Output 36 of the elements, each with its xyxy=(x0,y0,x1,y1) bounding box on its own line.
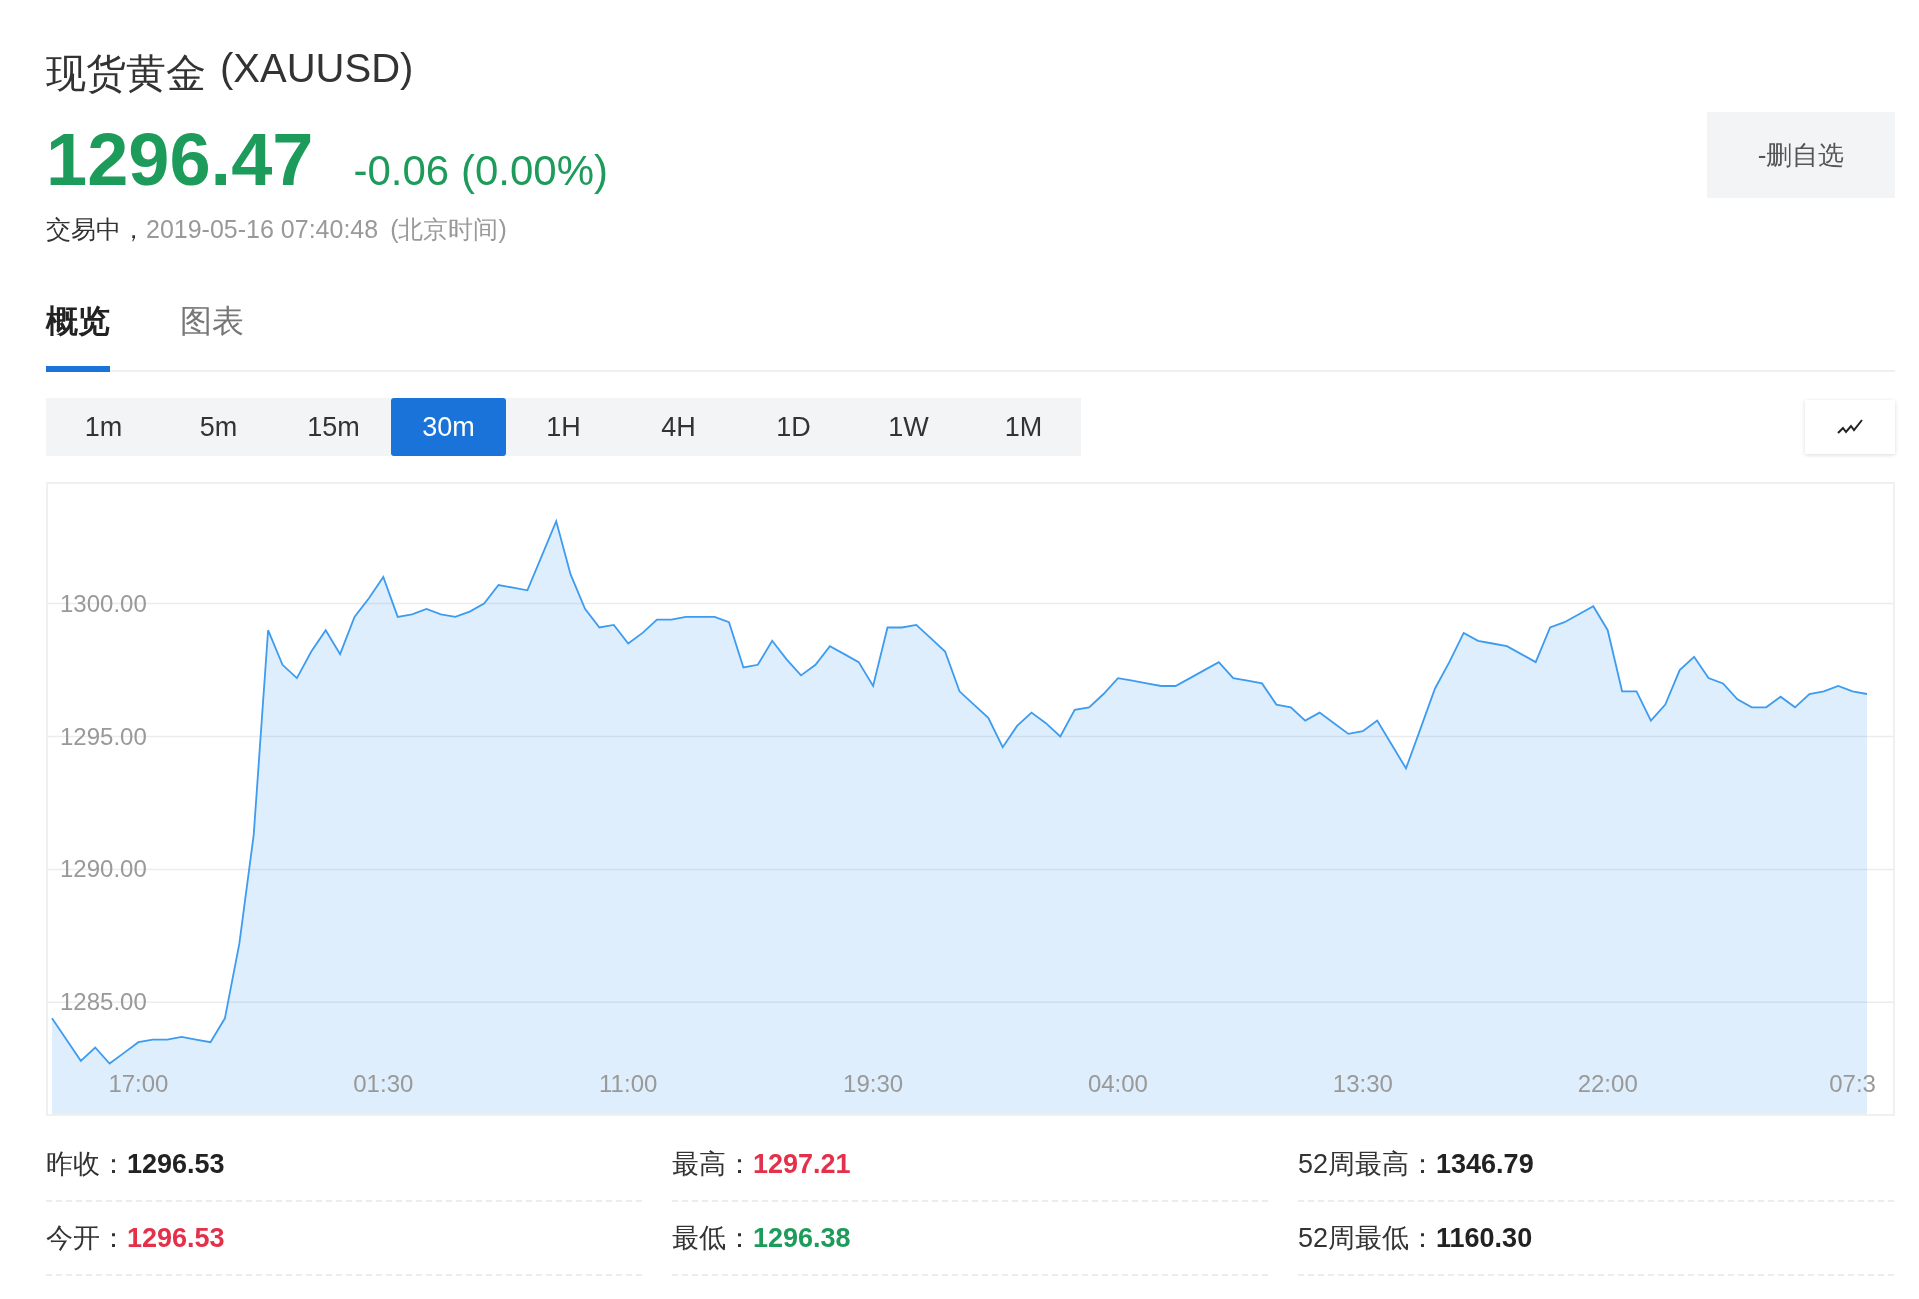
stat-label: 昨收： xyxy=(46,1148,127,1181)
stat-value: 1160.30 xyxy=(1436,1222,1533,1254)
chart-type-button[interactable] xyxy=(1805,400,1895,454)
instrument-name: 现货黄金 xyxy=(46,50,206,97)
stat-label: 52周最高： xyxy=(1298,1148,1437,1181)
period-button[interactable]: 30m xyxy=(391,398,506,456)
x-axis-label: 07:3 xyxy=(1829,1070,1876,1097)
stat-label: 最高： xyxy=(672,1148,753,1181)
trading-status: 交易中， xyxy=(46,214,146,245)
stat-value: 1296.53 xyxy=(127,1148,225,1180)
y-axis-label: 1285.00 xyxy=(60,988,147,1016)
y-axis-label: 1300.00 xyxy=(60,589,147,617)
tab[interactable]: 概览 xyxy=(46,300,110,372)
x-axis-label: 04:00 xyxy=(1087,1070,1148,1097)
x-axis-label: 19:30 xyxy=(843,1070,904,1097)
stat-value: 1296.38 xyxy=(753,1222,851,1254)
stat-label: 52周最低： xyxy=(1298,1222,1437,1255)
stat-value: 1346.79 xyxy=(1436,1148,1534,1180)
x-axis-label: 11:00 xyxy=(599,1070,658,1097)
tab[interactable]: 图表 xyxy=(180,300,244,372)
price: 1296.47 xyxy=(46,123,314,197)
stat-label: 最低： xyxy=(672,1222,753,1255)
x-axis-label: 17:00 xyxy=(108,1070,169,1097)
x-axis-label: 22:00 xyxy=(1577,1070,1638,1097)
stat-label: 今开： xyxy=(46,1222,127,1255)
timestamp: 2019-05-16 07:40:48 xyxy=(146,215,379,244)
x-axis-label: 01:30 xyxy=(353,1070,414,1097)
stat-value: 1296.53 xyxy=(127,1222,225,1254)
stat-value: 1297.21 xyxy=(753,1148,851,1180)
price-change: -0.06 (0.00%) xyxy=(353,147,608,195)
remove-watchlist-button[interactable]: -删自选 xyxy=(1707,112,1895,198)
x-axis-label: 13:30 xyxy=(1332,1070,1393,1097)
timezone-label: (北京时间) xyxy=(390,214,507,245)
y-axis-label: 1290.00 xyxy=(60,855,147,883)
instrument-symbol: (XAUUSD) xyxy=(220,46,414,92)
y-axis-label: 1295.00 xyxy=(60,722,147,750)
